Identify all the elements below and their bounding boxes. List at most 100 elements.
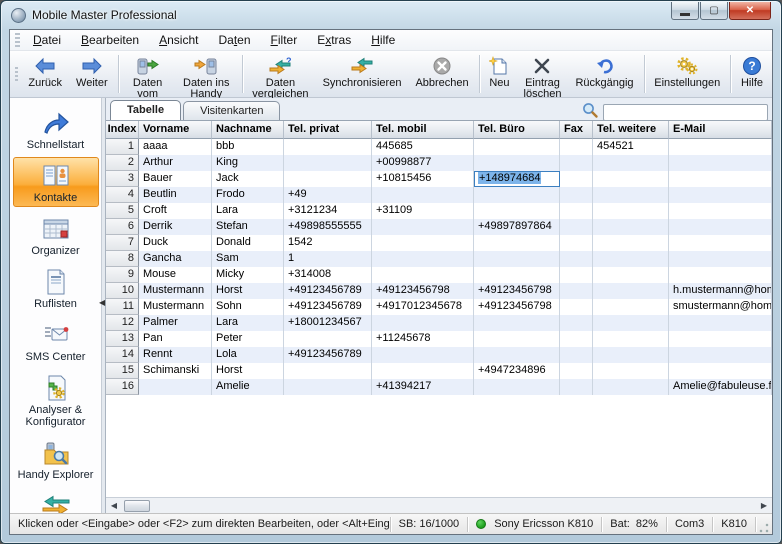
neu-button[interactable]: Neu [483,53,515,95]
cell-tel-mobil[interactable] [372,363,474,379]
cell-email[interactable] [669,331,772,347]
cell-email[interactable] [669,315,772,331]
column-header-tel-buero[interactable]: Tel. Büro [474,121,560,139]
cell-tel-weitere[interactable] [593,235,669,251]
cell-vorname[interactable]: Derrik [139,219,212,235]
cell-tel-mobil[interactable] [372,315,474,331]
cell-tel-mobil[interactable]: +11245678 [372,331,474,347]
cell-tel-weitere[interactable] [593,219,669,235]
cell-vorname[interactable]: Pan [139,331,212,347]
cell-nachname[interactable]: Micky [212,267,284,283]
title-bar[interactable]: Mobile Master Professional ▬ ▢ ✕ [1,1,781,29]
cell-fax[interactable] [560,219,593,235]
cell-tel-buero[interactable] [474,315,560,331]
cell-tel-privat[interactable] [284,171,372,187]
synchronisieren-button[interactable]: Synchronisieren [317,53,408,95]
cell-vorname[interactable]: Schimanski [139,363,212,379]
column-header-index[interactable]: Index [106,121,139,139]
cell-vorname[interactable]: Gancha [139,251,212,267]
row-index-cell[interactable]: 9 (SB) [106,267,139,283]
menu-item-extras[interactable]: Extras [307,31,361,49]
cell-tel-buero[interactable] [474,331,560,347]
menu-item-bearbeiten[interactable]: Bearbeiten [71,31,149,49]
search-input[interactable] [603,104,768,121]
cell-vorname[interactable]: Mustermann [139,283,212,299]
cell-tel-buero[interactable]: +148974684 [474,171,560,187]
tab-visitenkarten[interactable]: Visitenkarten [183,101,280,120]
row-index-cell[interactable]: 7 (SB) [106,235,139,251]
cell-tel-mobil[interactable]: 445685 [372,139,474,155]
cell-tel-buero[interactable] [474,379,560,395]
cell-tel-buero[interactable] [474,235,560,251]
cell-tel-buero[interactable] [474,251,560,267]
eintrag-l-schen-button[interactable]: Eintrag löschen [518,53,568,95]
cell-email[interactable] [669,363,772,379]
cell-vorname[interactable]: Mouse [139,267,212,283]
cell-nachname[interactable]: bbb [212,139,284,155]
minimize-button[interactable]: ▬ [671,2,699,20]
cell-tel-privat[interactable] [284,363,372,379]
menu-item-datei[interactable]: Datei [23,31,71,49]
cell-fax[interactable] [560,251,593,267]
horizontal-scrollbar[interactable]: ◀ ▶ [106,497,772,513]
menu-item-ansicht[interactable]: Ansicht [149,31,208,49]
cell-email[interactable] [669,139,772,155]
cell-tel-mobil[interactable]: +00998877 [372,155,474,171]
cell-fax[interactable] [560,347,593,363]
row-index-cell[interactable]: 5 (SB) [106,203,139,219]
cell-tel-privat[interactable]: +18001234567 [284,315,372,331]
cell-tel-mobil[interactable] [372,267,474,283]
cell-fax[interactable] [560,187,593,203]
cell-nachname[interactable]: Frodo [212,187,284,203]
tab-tabelle[interactable]: Tabelle [110,100,181,120]
scroll-right-icon[interactable]: ▶ [756,499,772,513]
cell-vorname[interactable]: Croft [139,203,212,219]
cell-tel-buero[interactable]: +49123456798 [474,283,560,299]
maximize-button[interactable]: ▢ [700,2,728,20]
cell-tel-buero[interactable]: +4947234896 [474,363,560,379]
cell-tel-privat[interactable] [284,331,372,347]
cell-tel-buero[interactable] [474,347,560,363]
daten-vergleichen-button[interactable]: ?Daten vergleichen [246,53,314,95]
row-index-cell[interactable]: 2 (SB) [106,155,139,171]
cell-email[interactable]: h.mustermann@home [669,283,772,299]
cell-fax[interactable] [560,235,593,251]
cell-fax[interactable] [560,363,593,379]
cell-nachname[interactable]: Horst [212,283,284,299]
cell-email[interactable] [669,251,772,267]
cell-tel-privat[interactable]: +49123456789 [284,283,372,299]
column-header-tel-privat[interactable]: Tel. privat [284,121,372,139]
cell-vorname[interactable]: aaaa [139,139,212,155]
cell-tel-privat[interactable]: 1 [284,251,372,267]
row-index-cell[interactable]: 3 (SB) [106,171,139,187]
cell-nachname[interactable]: Horst [212,363,284,379]
sidebar-collapse-arrow[interactable]: ◀ [99,298,105,307]
cell-nachname[interactable]: Lara [212,203,284,219]
cell-nachname[interactable]: Sam [212,251,284,267]
cell-fax[interactable] [560,203,593,219]
cell-tel-privat[interactable]: +49898555555 [284,219,372,235]
menubar-gripper[interactable] [15,33,20,47]
cell-email[interactable] [669,347,772,363]
cell-fax[interactable] [560,299,593,315]
cell-tel-privat[interactable]: +49123456789 [284,347,372,363]
close-button[interactable]: ✕ [729,2,771,20]
cell-nachname[interactable]: Donald [212,235,284,251]
cell-tel-weitere[interactable] [593,267,669,283]
einstellungen-button[interactable]: Einstellungen [648,53,726,95]
cell-email[interactable] [669,187,772,203]
cell-tel-mobil[interactable] [372,235,474,251]
cell-tel-buero[interactable] [474,187,560,203]
cell-vorname[interactable]: Rennt [139,347,212,363]
cell-nachname[interactable]: Lara [212,315,284,331]
cell-tel-mobil[interactable] [372,251,474,267]
cell-tel-mobil[interactable] [372,347,474,363]
sidebar-item-organizer[interactable]: Organizer [13,210,99,260]
cell-tel-mobil[interactable]: +10815456 [372,171,474,187]
cell-tel-privat[interactable]: +3121234 [284,203,372,219]
cell-fax[interactable] [560,171,593,187]
cell-tel-weitere[interactable] [593,363,669,379]
row-index-cell[interactable]: 4 (SB) [106,187,139,203]
cell-tel-weitere[interactable] [593,331,669,347]
row-index-cell[interactable]: 14 (SB) [106,347,139,363]
